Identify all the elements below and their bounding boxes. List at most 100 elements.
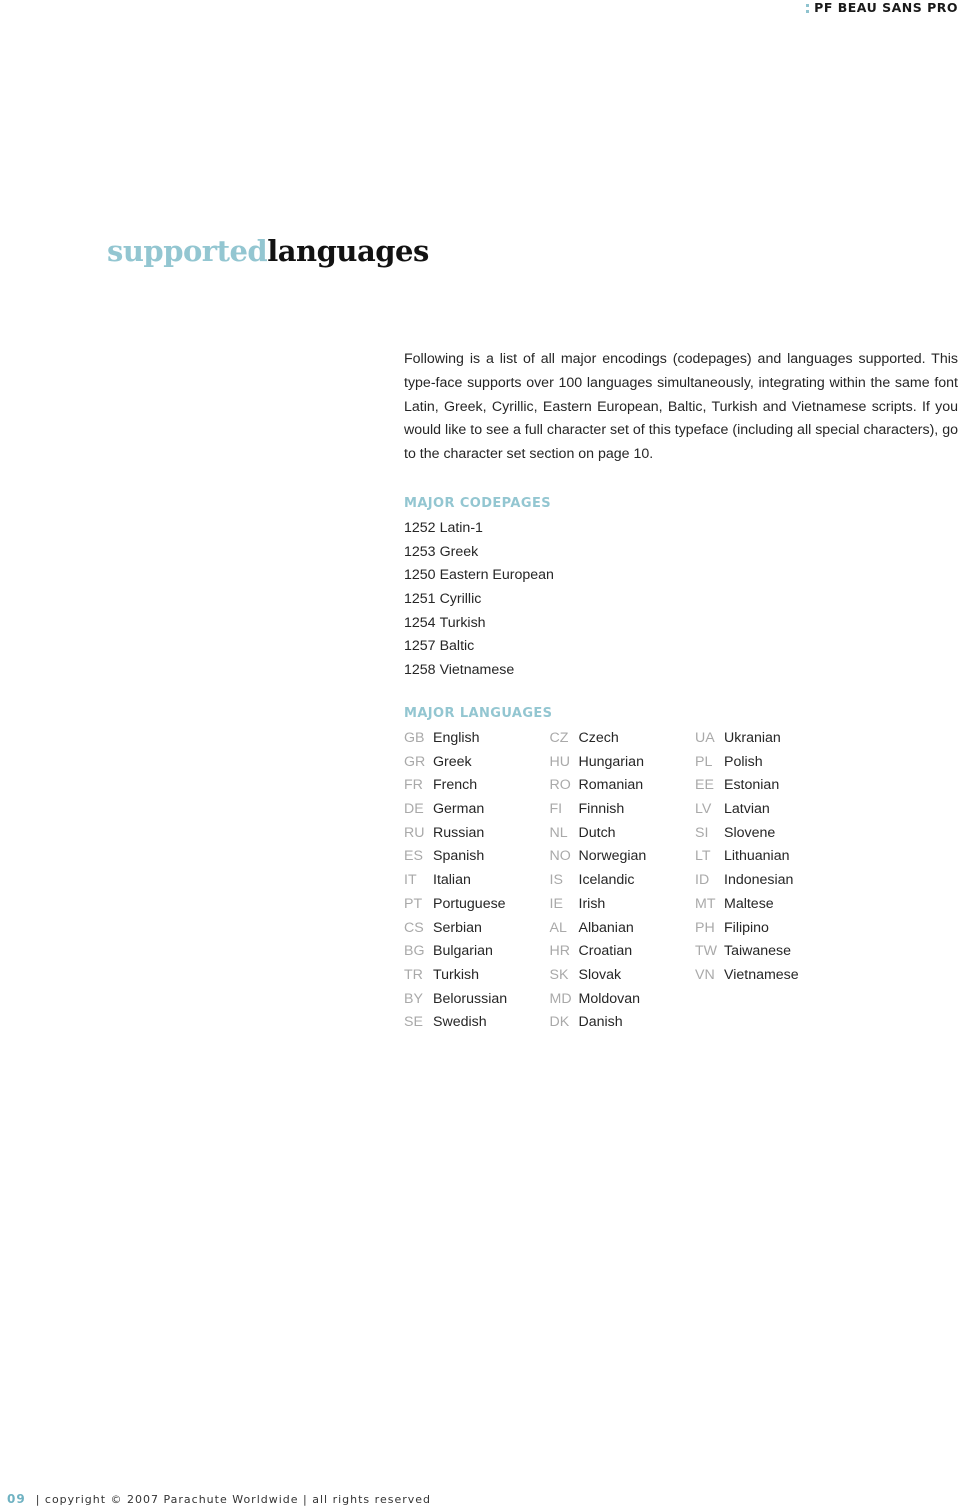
intro-paragraph: Following is a list of all major encodin… <box>404 351 958 463</box>
language-item: CS Serbian <box>404 917 550 941</box>
language-name: Spanish <box>433 848 485 865</box>
codepage-number: 1250 <box>404 567 436 584</box>
codepage-name: Vietnamese <box>439 662 515 679</box>
page-number: 09 <box>7 1492 26 1506</box>
language-name: Serbian <box>433 919 482 936</box>
languages-column: UA Ukranian PL Polish EE Estonian LV Latvian SI S… <box>695 727 841 1035</box>
language-item: DK Danish <box>550 1011 696 1035</box>
language-name: German <box>433 801 485 818</box>
language-name: Estonian <box>724 777 780 794</box>
language-name: Indonesian <box>724 872 794 889</box>
language-code: GR <box>404 753 426 770</box>
language-name: Irish <box>578 895 606 912</box>
language-code: PH <box>695 919 715 936</box>
language-code: VN <box>695 966 715 983</box>
codepage-name: Cyrillic <box>439 591 482 608</box>
language-item: FR French <box>404 774 550 798</box>
language-name: Croatian <box>578 943 633 960</box>
codepage-item: 1252 Latin-1 <box>404 517 554 541</box>
page-title-main: languages <box>267 234 429 268</box>
colon-icon <box>806 3 810 13</box>
language-code: HR <box>549 943 571 960</box>
language-name: Danish <box>578 1014 623 1031</box>
codepage-name: Baltic <box>439 638 475 655</box>
language-item: MD Moldovan <box>550 988 696 1012</box>
language-code: LV <box>695 801 712 818</box>
language-name: Albanian <box>578 919 634 936</box>
language-name: Swedish <box>433 1014 487 1031</box>
language-name: Taiwanese <box>724 943 792 960</box>
language-code: CS <box>404 919 424 936</box>
language-code: HU <box>549 753 571 770</box>
language-code: IE <box>549 895 563 912</box>
language-item: LT Lithuanian <box>695 845 841 869</box>
language-code: MD <box>549 990 572 1007</box>
language-code: LT <box>695 848 711 865</box>
codepage-name: Latin-1 <box>439 520 483 536</box>
language-code: TW <box>695 943 718 960</box>
brand-name: PF BEAU SANS PRO <box>814 0 958 15</box>
language-item: IT Italian <box>404 869 550 893</box>
language-item: GB English <box>404 727 550 751</box>
language-code: NO <box>549 848 571 865</box>
language-name: Filipino <box>724 919 769 936</box>
language-name: Hungarian <box>578 753 644 770</box>
language-code: SI <box>695 824 709 841</box>
language-code: BY <box>404 990 423 1007</box>
codepage-item: 1254 Turkish <box>404 612 554 636</box>
language-item: IS Icelandic <box>550 869 696 893</box>
language-code: DE <box>404 801 424 818</box>
language-item: PH Filipino <box>695 917 841 941</box>
language-item: SI Slovene <box>695 822 841 846</box>
language-item: PT Portuguese <box>404 893 550 917</box>
language-code: ES <box>404 848 423 865</box>
language-name: French <box>433 777 478 794</box>
page-title: supportedlanguages <box>107 234 429 269</box>
language-code: TR <box>404 966 423 983</box>
codepage-item: 1250 Eastern European <box>404 564 554 588</box>
languages-heading: MAJOR LANGUAGES <box>404 706 553 721</box>
language-name: Bulgarian <box>433 943 493 960</box>
codepage-list: 1252 Latin-1 1253 Greek 1250 Eastern European… <box>404 517 554 683</box>
language-name: Finnish <box>578 801 625 818</box>
language-item: TW Taiwanese <box>695 940 841 964</box>
language-item: BY Belorussian <box>404 988 550 1012</box>
page-title-accent: supported <box>107 234 268 268</box>
language-code: SK <box>549 966 569 983</box>
language-item: LV Latvian <box>695 798 841 822</box>
language-item: UA Ukranian <box>695 727 841 751</box>
language-name: Vietnamese <box>724 966 799 983</box>
language-code: RU <box>404 824 425 841</box>
language-code: SE <box>404 1014 423 1031</box>
copyright-text: | copyright © 2007 Parachute Worldwide |… <box>35 1493 431 1506</box>
language-item: EE Estonian <box>695 774 841 798</box>
language-name: Latvian <box>724 801 770 818</box>
language-name: Romanian <box>578 777 644 794</box>
language-name: English <box>433 730 480 746</box>
language-code: PL <box>695 753 713 770</box>
language-name: Maltese <box>724 895 774 912</box>
language-name: Icelandic <box>578 872 635 889</box>
language-name: Dutch <box>578 824 616 841</box>
language-name: Portuguese <box>433 895 506 912</box>
language-code: IS <box>549 872 563 889</box>
language-name: Ukranian <box>724 730 781 746</box>
language-item: HU Hungarian <box>550 751 696 775</box>
codepage-name: Greek <box>439 543 479 560</box>
language-name: Lithuanian <box>724 848 790 865</box>
language-code: IT <box>404 872 417 889</box>
language-code: NL <box>549 824 568 841</box>
language-item: RU Russian <box>404 822 550 846</box>
language-item: NL Dutch <box>550 822 696 846</box>
page-footer: 09 | copyright © 2007 Parachute Worldwide… <box>7 1492 431 1506</box>
language-item: GR Greek <box>404 751 550 775</box>
languages-column: CZ Czech HU Hungarian RO Romanian FI Finnish NL D… <box>550 727 696 1035</box>
codepage-item: 1257 Baltic <box>404 635 554 659</box>
language-item: NO Norwegian <box>550 845 696 869</box>
language-name: Greek <box>433 753 472 770</box>
codepage-number: 1257 <box>404 638 436 655</box>
codepage-item: 1253 Greek <box>404 541 554 565</box>
language-code: CZ <box>549 730 569 746</box>
language-code: RO <box>549 777 571 794</box>
language-item: SE Swedish <box>404 1011 550 1035</box>
